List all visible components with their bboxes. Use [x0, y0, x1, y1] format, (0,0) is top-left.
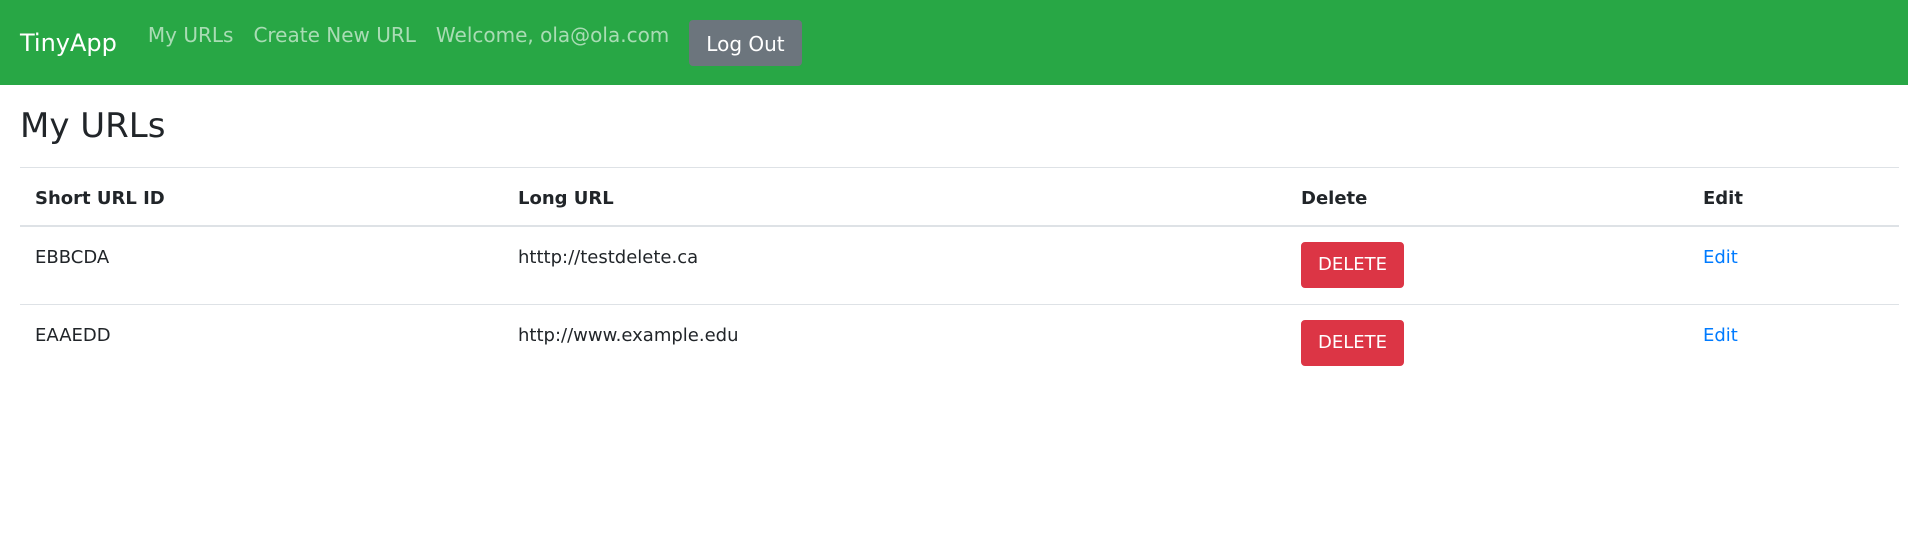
main-content: My URLs Short URL ID Long URL Delete Edi…	[0, 85, 1908, 382]
table-header: Short URL ID Long URL Delete Edit	[20, 167, 1899, 227]
delete-cell: DELETE	[1286, 225, 1688, 304]
delete-button[interactable]: DELETE	[1301, 319, 1405, 366]
table-header-row: Short URL ID Long URL Delete Edit	[20, 167, 1899, 227]
edit-link[interactable]: Edit	[1703, 247, 1738, 268]
header-long-url: Long URL	[503, 167, 1286, 227]
nav-create-url-link[interactable]: Create New URL	[253, 23, 415, 47]
table-row: EBBCDA htttp://testdelete.ca DELETE Edit	[20, 225, 1899, 304]
header-delete: Delete	[1286, 167, 1688, 227]
edit-link[interactable]: Edit	[1703, 325, 1738, 346]
long-url-cell: http://www.example.edu	[503, 303, 1286, 382]
header-short-id: Short URL ID	[20, 167, 503, 227]
edit-cell: Edit	[1688, 303, 1899, 382]
long-url-cell: htttp://testdelete.ca	[503, 225, 1286, 304]
top-navbar: TinyApp My URLs Create New URL Welcome, …	[0, 0, 1908, 85]
header-edit: Edit	[1688, 167, 1899, 227]
urls-table: Short URL ID Long URL Delete Edit EBBCDA…	[20, 167, 1899, 382]
welcome-text: Welcome, ola@ola.com	[435, 22, 670, 47]
table-row: EAAEDD http://www.example.edu DELETE Edi…	[20, 303, 1899, 382]
edit-cell: Edit	[1688, 225, 1899, 304]
short-id-cell: EAAEDD	[20, 303, 503, 382]
nav-my-urls-link[interactable]: My URLs	[148, 23, 234, 47]
brand-link[interactable]: TinyApp	[20, 29, 117, 57]
logout-button[interactable]: Log Out	[689, 19, 802, 66]
table-body: EBBCDA htttp://testdelete.ca DELETE Edit…	[20, 225, 1899, 382]
delete-cell: DELETE	[1286, 303, 1688, 382]
short-id-cell: EBBCDA	[20, 225, 503, 304]
page-title: My URLs	[20, 106, 166, 146]
delete-button[interactable]: DELETE	[1301, 242, 1405, 288]
